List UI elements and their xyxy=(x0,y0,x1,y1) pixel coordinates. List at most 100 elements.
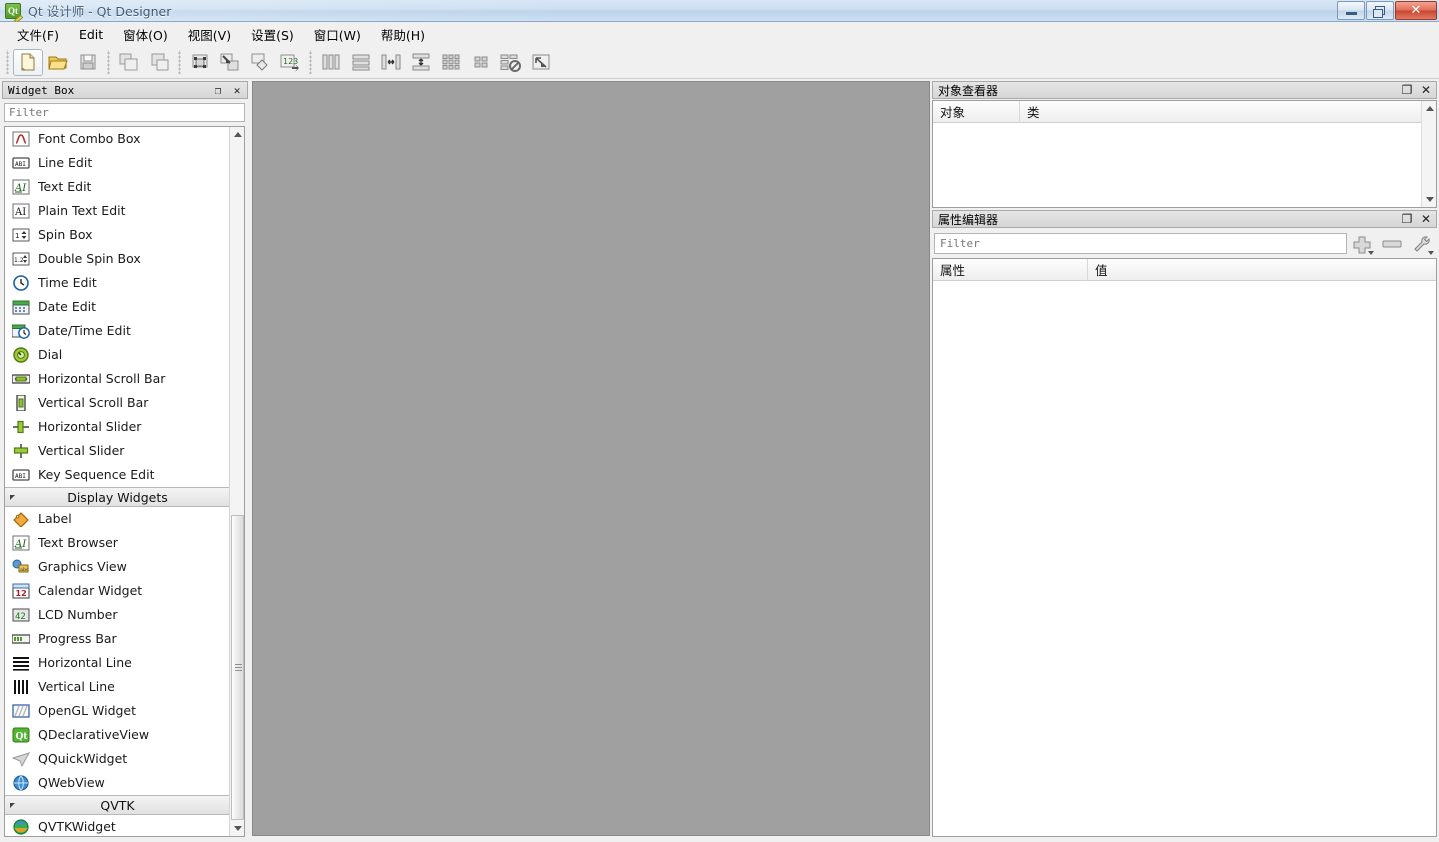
layout-in-splitter-vertical-icon[interactable] xyxy=(406,49,436,76)
widget-box-close-button[interactable]: ✕ xyxy=(231,83,243,97)
add-property-icon[interactable] xyxy=(1347,231,1377,257)
new-form-icon[interactable] xyxy=(13,48,43,76)
window-title: Qt 设计师 - Qt Designer xyxy=(28,4,172,19)
scroll-down-arrow-icon[interactable] xyxy=(230,821,244,836)
widget-box-item-text-edit[interactable]: AI Text Edit xyxy=(5,175,230,199)
edit-signals-slots-icon[interactable] xyxy=(215,49,245,76)
widget-box-item-double-spin-box[interactable]: 1.2 Double Spin Box xyxy=(5,247,230,271)
widget-box-item-spin-box[interactable]: 1 Spin Box xyxy=(5,223,230,247)
widget-box-item-vertical-line[interactable]: Vertical Line xyxy=(5,675,230,699)
collapse-triangle-icon xyxy=(10,803,15,808)
widget-box-item-label: Dial xyxy=(38,347,63,362)
column-property[interactable]: 属性 xyxy=(933,259,1088,281)
layout-vertically-icon[interactable] xyxy=(346,49,376,76)
menu-window[interactable]: 窗口(W) xyxy=(304,22,371,47)
widget-box-item-plain-text-edit[interactable]: AI Plain Text Edit xyxy=(5,199,230,223)
property-editor-table[interactable]: 属性 值 xyxy=(932,258,1437,837)
widget-box-item-date-edit[interactable]: Date Edit xyxy=(5,295,230,319)
form-canvas[interactable] xyxy=(252,81,930,836)
widget-box-filter-input[interactable] xyxy=(4,103,245,122)
widget-box-item-date-time-edit[interactable]: Date/Time Edit xyxy=(5,319,230,343)
widget-box-item-horizontal-slider[interactable]: Horizontal Slider xyxy=(5,415,230,439)
save-form-icon[interactable] xyxy=(73,49,103,76)
maximize-button[interactable] xyxy=(1366,1,1394,20)
widget-box-category-display-widgets[interactable]: Display Widgets xyxy=(5,487,230,507)
date-edit-icon xyxy=(10,298,32,316)
widget-box-item-qvtkwidget[interactable]: QVTKWidget xyxy=(5,815,230,836)
layout-in-grid-icon[interactable] xyxy=(436,49,466,76)
layout-in-form-icon[interactable] xyxy=(466,49,496,76)
widget-box-item-qquickwidget[interactable]: QQuickWidget xyxy=(5,747,230,771)
scroll-up-arrow-icon[interactable] xyxy=(1422,101,1436,116)
widget-box-item-vertical-scroll-bar[interactable]: Vertical Scroll Bar xyxy=(5,391,230,415)
undo-icon[interactable] xyxy=(114,49,144,76)
widget-box-item-calendar-widget[interactable]: 12 Calendar Widget xyxy=(5,579,230,603)
minimize-button[interactable] xyxy=(1337,1,1365,20)
widget-box-item-horizontal-scroll-bar[interactable]: Horizontal Scroll Bar xyxy=(5,367,230,391)
menu-help[interactable]: 帮助(H) xyxy=(371,22,435,47)
widget-box-item-label[interactable]: Label xyxy=(5,507,230,531)
toolbar-grip[interactable] xyxy=(105,50,112,74)
widget-box-item-label: OpenGL Widget xyxy=(38,703,137,718)
layout-in-splitter-horizontal-icon[interactable] xyxy=(376,49,406,76)
open-form-icon[interactable] xyxy=(43,49,73,76)
category-label: QVTK xyxy=(100,797,135,813)
edit-tab-order-icon[interactable]: 123 xyxy=(275,49,305,76)
menu-form[interactable]: 窗体(O) xyxy=(113,22,178,47)
widget-box-item-text-browser[interactable]: AI Text Browser xyxy=(5,531,230,555)
widget-box-item-font-combo-box[interactable]: Font Combo Box xyxy=(5,127,230,151)
close-button[interactable]: ✕ xyxy=(1395,1,1437,20)
opengl-widget-icon xyxy=(10,702,32,720)
toolbar-grip[interactable] xyxy=(4,50,11,74)
widget-box-item-lcd-number[interactable]: 42 LCD Number xyxy=(5,603,230,627)
toolbar-grip[interactable] xyxy=(176,50,183,74)
column-class[interactable]: 类 xyxy=(1020,101,1420,123)
widget-box-float-button[interactable]: ❐ xyxy=(212,83,224,97)
qvtkwidget-icon xyxy=(10,818,32,836)
remove-property-icon[interactable] xyxy=(1377,231,1407,257)
adjust-size-icon[interactable] xyxy=(526,49,556,76)
break-layout-icon[interactable] xyxy=(496,49,526,76)
widget-box-item-opengl-widget[interactable]: OpenGL Widget xyxy=(5,699,230,723)
widget-box-scrollbar[interactable] xyxy=(229,127,244,836)
layout-horizontally-icon[interactable] xyxy=(316,49,346,76)
object-inspector-scrollbar[interactable] xyxy=(1421,101,1436,207)
svg-text:1: 1 xyxy=(15,232,19,240)
widget-box-item-label: Horizontal Slider xyxy=(38,419,142,434)
menu-view[interactable]: 视图(V) xyxy=(178,22,241,47)
toolbar-grip[interactable] xyxy=(307,50,314,74)
widget-box-item-time-edit[interactable]: Time Edit xyxy=(5,271,230,295)
scroll-down-arrow-icon[interactable] xyxy=(1422,192,1436,207)
widget-box-item-progress-bar[interactable]: Progress Bar xyxy=(5,627,230,651)
chevron-down-icon xyxy=(1428,250,1434,255)
widget-box-item-key-sequence-edit[interactable]: ABI Key Sequence Edit xyxy=(5,463,230,487)
widget-box-scroll-thumb[interactable] xyxy=(231,515,244,820)
widget-box-category-qvtk[interactable]: QVTK xyxy=(5,795,230,815)
scroll-up-arrow-icon[interactable] xyxy=(230,127,244,142)
menu-edit[interactable]: Edit xyxy=(69,24,113,45)
widget-box-item-qwebview[interactable]: QWebView xyxy=(5,771,230,795)
redo-icon[interactable] xyxy=(144,49,174,76)
property-editor-title: 属性编辑器 xyxy=(938,212,999,227)
menu-file[interactable]: 文件(F) xyxy=(7,22,69,47)
edit-buddies-icon[interactable] xyxy=(245,49,275,76)
widget-box-item-qdeclarativeview[interactable]: Qt QDeclarativeView xyxy=(5,723,230,747)
menu-settings[interactable]: 设置(S) xyxy=(241,22,304,47)
widget-box-item-label: Calendar Widget xyxy=(38,583,143,598)
configure-icon[interactable] xyxy=(1407,231,1437,257)
svg-text:AI: AI xyxy=(14,207,26,218)
column-object[interactable]: 对象 xyxy=(933,101,1020,123)
property-editor-filter-input[interactable] xyxy=(934,233,1347,254)
widget-box-item-dial[interactable]: Dial xyxy=(5,343,230,367)
property-editor-close-button[interactable]: ✕ xyxy=(1420,212,1432,226)
object-inspector-float-button[interactable]: ❐ xyxy=(1401,83,1413,97)
widget-box-item-horizontal-line[interactable]: Horizontal Line xyxy=(5,651,230,675)
widget-box-item-line-edit[interactable]: ABI Line Edit xyxy=(5,151,230,175)
object-inspector-tree[interactable]: 对象 类 xyxy=(932,100,1437,208)
object-inspector-close-button[interactable]: ✕ xyxy=(1420,83,1432,97)
column-value[interactable]: 值 xyxy=(1088,259,1436,281)
widget-box-item-vertical-slider[interactable]: Vertical Slider xyxy=(5,439,230,463)
edit-widgets-icon[interactable] xyxy=(185,49,215,76)
widget-box-item-graphics-view[interactable]: abc Graphics View xyxy=(5,555,230,579)
property-editor-float-button[interactable]: ❐ xyxy=(1401,212,1413,226)
